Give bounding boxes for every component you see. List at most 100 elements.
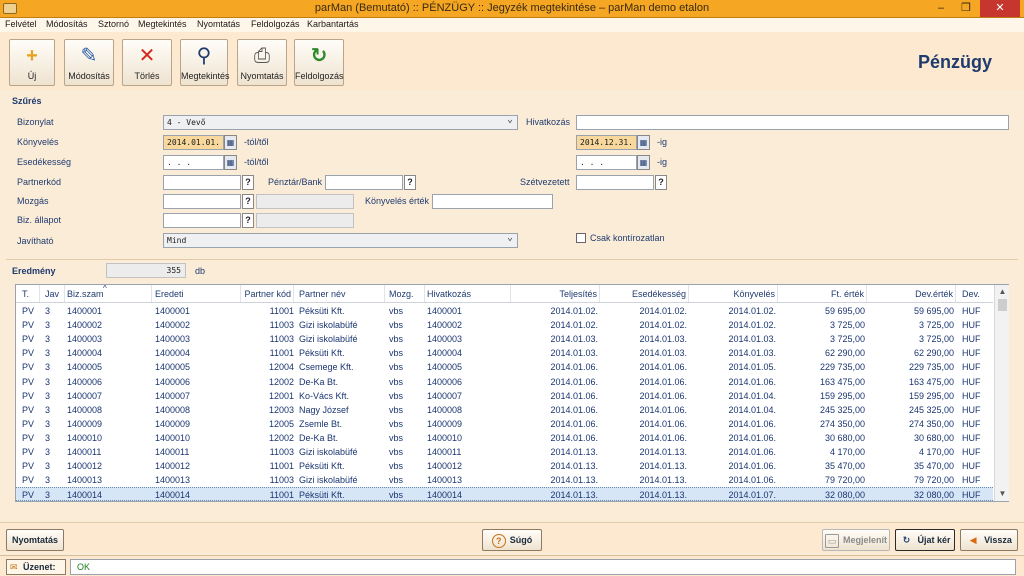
table-row[interactable]: PV 3 1400011 1400011 11003 Gizi iskolabüfé vbs…: [16, 445, 993, 459]
konyveles-ertek-input[interactable]: [432, 194, 553, 209]
konyveles-from-input[interactable]: 2014.01.01.: [163, 135, 224, 150]
cell-hivatkozas: 1400012: [427, 461, 463, 472]
col-header-teljesites[interactable]: Teljesítés: [512, 285, 600, 302]
table-row[interactable]: PV 3 1400010 1400010 12002 De-Ka Bt. vbs 140001…: [16, 431, 993, 445]
col-header-konyveles[interactable]: Könyvelés: [690, 285, 778, 302]
magnifier-icon: ⚲: [196, 45, 212, 67]
esedekesseg-from-calendar-icon[interactable]: ▦: [224, 155, 237, 170]
scroll-thumb[interactable]: [998, 299, 1007, 311]
penztar-input[interactable]: [325, 175, 403, 190]
cell-biz-szam: 1400005: [67, 362, 103, 373]
minimize-button[interactable]: –: [930, 0, 952, 17]
col-header-dev[interactable]: Dev.: [962, 285, 992, 302]
mozgas-lookup-button[interactable]: ?: [242, 194, 254, 209]
esedekesseg-from-input[interactable]: . . .: [163, 155, 224, 170]
cell-jav: 3: [45, 306, 51, 316]
new-query-button[interactable]: ↻ Újat kér: [895, 529, 955, 551]
esedekesseg-to-calendar-icon[interactable]: ▦: [637, 155, 650, 170]
cell-partner-nev: De-Ka Bt.: [299, 432, 339, 443]
result-grid[interactable]: T. Jav Biz.szam ^ Eredeti Partner kód Pa…: [15, 284, 1009, 502]
konyveles-from-calendar-icon[interactable]: ▦: [224, 135, 237, 150]
biz-allapot-lookup-button[interactable]: ?: [242, 213, 254, 228]
grid-scrollbar[interactable]: ▲ ▼: [994, 285, 1009, 501]
col-header-esedekesseg[interactable]: Esedékesség: [601, 285, 689, 302]
menu-megtekintes[interactable]: Megtekintés: [138, 19, 187, 29]
print-list-button[interactable]: Nyomtatás: [6, 529, 64, 551]
menu-felvetel[interactable]: Felvétel: [5, 19, 37, 29]
konyveles-label: Könyvelés: [17, 137, 59, 147]
col-header-hivatkozas[interactable]: Hivatkozás: [427, 285, 511, 302]
partnerkod-input[interactable]: [163, 175, 241, 190]
col-header-mozg[interactable]: Mozg.: [389, 285, 425, 302]
close-button[interactable]: ✕: [980, 0, 1020, 17]
cell-partner-kod: 11003: [269, 320, 294, 331]
cell-partner-nev: Gizi iskolabüfé: [299, 320, 358, 331]
cell-type: PV: [22, 404, 35, 415]
penztar-lookup-button[interactable]: ?: [404, 175, 416, 190]
cell-partner-kod: 11003: [269, 334, 294, 345]
javithato-select[interactable]: Mind: [163, 231, 518, 248]
cell-ft-ertek: 35 470,00: [824, 461, 865, 472]
table-row[interactable]: PV 3 1400014 1400014 11001 Péksüti Kft. vbs 140…: [16, 487, 993, 502]
table-row[interactable]: PV 3 1400005 1400005 12004 Csemege Kft. vbs 140…: [16, 360, 993, 374]
display-button[interactable]: ▭ Megjelenít: [822, 529, 890, 551]
scroll-down-icon[interactable]: ▼: [995, 487, 1010, 501]
cell-eredeti: 1400003: [155, 334, 191, 345]
table-row[interactable]: PV 3 1400009 1400009 12005 Zsemle Bt. vbs 14000…: [16, 417, 993, 431]
view-button[interactable]: ⚲ Megtekintés: [180, 39, 230, 86]
print-button[interactable]: ⎙ Nyomtatás: [237, 39, 287, 86]
table-row[interactable]: PV 3 1400002 1400002 11003 Gizi iskolabüfé vbs…: [16, 318, 993, 332]
biz-allapot-input[interactable]: [163, 213, 241, 228]
konyveles-to-input[interactable]: 2014.12.31.: [576, 135, 637, 150]
table-row[interactable]: PV 3 1400013 1400013 11003 Gizi iskolabüfé vbs…: [16, 473, 993, 487]
modify-button[interactable]: ✎ Módosítás: [64, 39, 114, 86]
szetvezetett-lookup-button[interactable]: ?: [655, 175, 667, 190]
cell-esedekesseg: 2014.01.03.: [639, 348, 687, 359]
delete-button[interactable]: ✕ Törlés: [122, 39, 172, 86]
table-row[interactable]: PV 3 1400003 1400003 11003 Gizi iskolabüfé vbs…: [16, 332, 993, 346]
scroll-up-icon[interactable]: ▲: [995, 285, 1010, 299]
table-row[interactable]: PV 3 1400004 1400004 11001 Péksüti Kft. vbs 140…: [16, 346, 993, 360]
mozgas-input[interactable]: [163, 194, 241, 209]
menu-feldolgozas[interactable]: Feldolgozás: [251, 19, 300, 29]
back-button[interactable]: ◀ Vissza: [960, 529, 1018, 551]
csak-kontirozatlan-checkbox[interactable]: [576, 233, 586, 243]
partnerkod-lookup-button[interactable]: ?: [242, 175, 254, 190]
cell-hivatkozas: 1400010: [427, 432, 463, 443]
print-button-label: Nyomtatás: [240, 71, 284, 81]
cell-dev-ertek: 62 290,00: [913, 348, 954, 359]
menu-karbantartas[interactable]: Karbantartás: [307, 19, 359, 29]
table-row[interactable]: PV 3 1400001 1400001 11001 Péksüti Kft. vbs 140…: [16, 304, 993, 318]
cell-type: PV: [22, 334, 35, 345]
cell-type: PV: [22, 390, 35, 401]
bizonylat-select[interactable]: 4 - Vevő: [163, 113, 518, 130]
new-button[interactable]: + Új: [9, 39, 55, 86]
konyveles-to-calendar-icon[interactable]: ▦: [637, 135, 650, 150]
new-query-button-label: Újat kér: [917, 535, 951, 545]
col-header-jav[interactable]: Jav: [45, 285, 65, 302]
col-header-eredeti[interactable]: Eredeti: [155, 285, 241, 302]
menu-nyomtatas[interactable]: Nyomtatás: [197, 19, 240, 29]
col-header-dev-ertek[interactable]: Dev.érték: [868, 285, 956, 302]
col-header-partner-kod[interactable]: Partner kód: [242, 285, 294, 302]
maximize-button[interactable]: ❐: [955, 0, 977, 17]
pencil-icon: ✎: [80, 45, 98, 67]
col-header-partner-nev[interactable]: Partner név: [299, 285, 385, 302]
table-row[interactable]: PV 3 1400007 1400007 12001 Ko-Vács Kft. vbs 140…: [16, 389, 993, 403]
menu-sztorno[interactable]: Sztornó: [98, 19, 129, 29]
process-button[interactable]: ↻ Feldolgozás: [294, 39, 344, 86]
col-header-type[interactable]: T.: [22, 285, 40, 302]
menu-modositas[interactable]: Módosítás: [46, 19, 88, 29]
hivatkozas-input[interactable]: [576, 115, 1009, 130]
table-row[interactable]: PV 3 1400008 1400008 12003 Nagy József vbs 1400…: [16, 403, 993, 417]
esedekesseg-to-input[interactable]: . . .: [576, 155, 637, 170]
szetvezetett-input[interactable]: [576, 175, 654, 190]
view-button-label: Megtekintés: [181, 71, 230, 81]
table-row[interactable]: PV 3 1400012 1400012 11001 Péksüti Kft. vbs 140…: [16, 459, 993, 473]
col-header-ft-ertek[interactable]: Ft. érték: [779, 285, 867, 302]
cell-eredeti: 1400011: [155, 447, 190, 457]
table-row[interactable]: PV 3 1400006 1400006 12002 De-Ka Bt. vbs 140000…: [16, 375, 993, 389]
cell-teljesites: 2014.01.13.: [550, 490, 598, 501]
help-button[interactable]: ? Súgó: [482, 529, 542, 551]
cell-esedekesseg: 2014.01.06.: [639, 362, 687, 373]
